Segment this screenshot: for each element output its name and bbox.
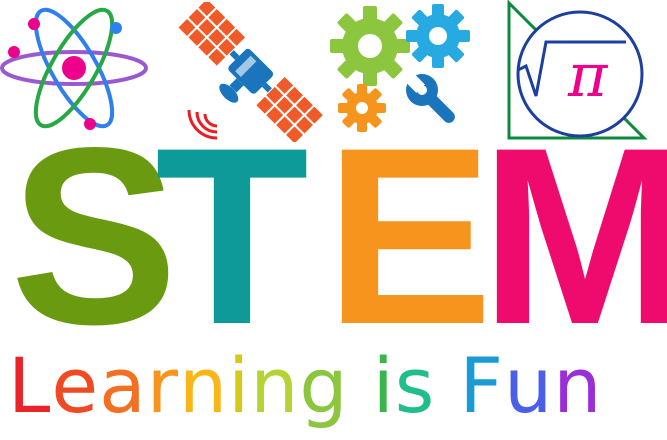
tagline-char: n bbox=[250, 341, 300, 430]
tagline-char: n bbox=[178, 341, 229, 430]
tagline: Learning is Fun bbox=[8, 338, 663, 434]
stem-letter-s: S bbox=[10, 96, 179, 377]
tagline-char: n bbox=[553, 341, 603, 430]
tagline-char: g bbox=[299, 341, 349, 430]
tagline-char: i bbox=[228, 341, 251, 430]
stem-letter-m: M bbox=[480, 96, 667, 377]
tagline-char: L bbox=[8, 341, 52, 430]
tagline-char: i bbox=[372, 341, 395, 430]
tagline-char: e bbox=[51, 341, 100, 430]
tagline-char: u bbox=[504, 341, 554, 430]
tagline-char: a bbox=[99, 341, 147, 430]
tagline-char: s bbox=[394, 341, 436, 430]
stem-title: S T E M bbox=[0, 96, 667, 377]
tagline-char: r bbox=[146, 341, 179, 430]
stem-letter-e: E bbox=[325, 96, 494, 377]
tagline-char: F bbox=[459, 341, 505, 430]
stem-letter-t: T bbox=[155, 96, 309, 377]
